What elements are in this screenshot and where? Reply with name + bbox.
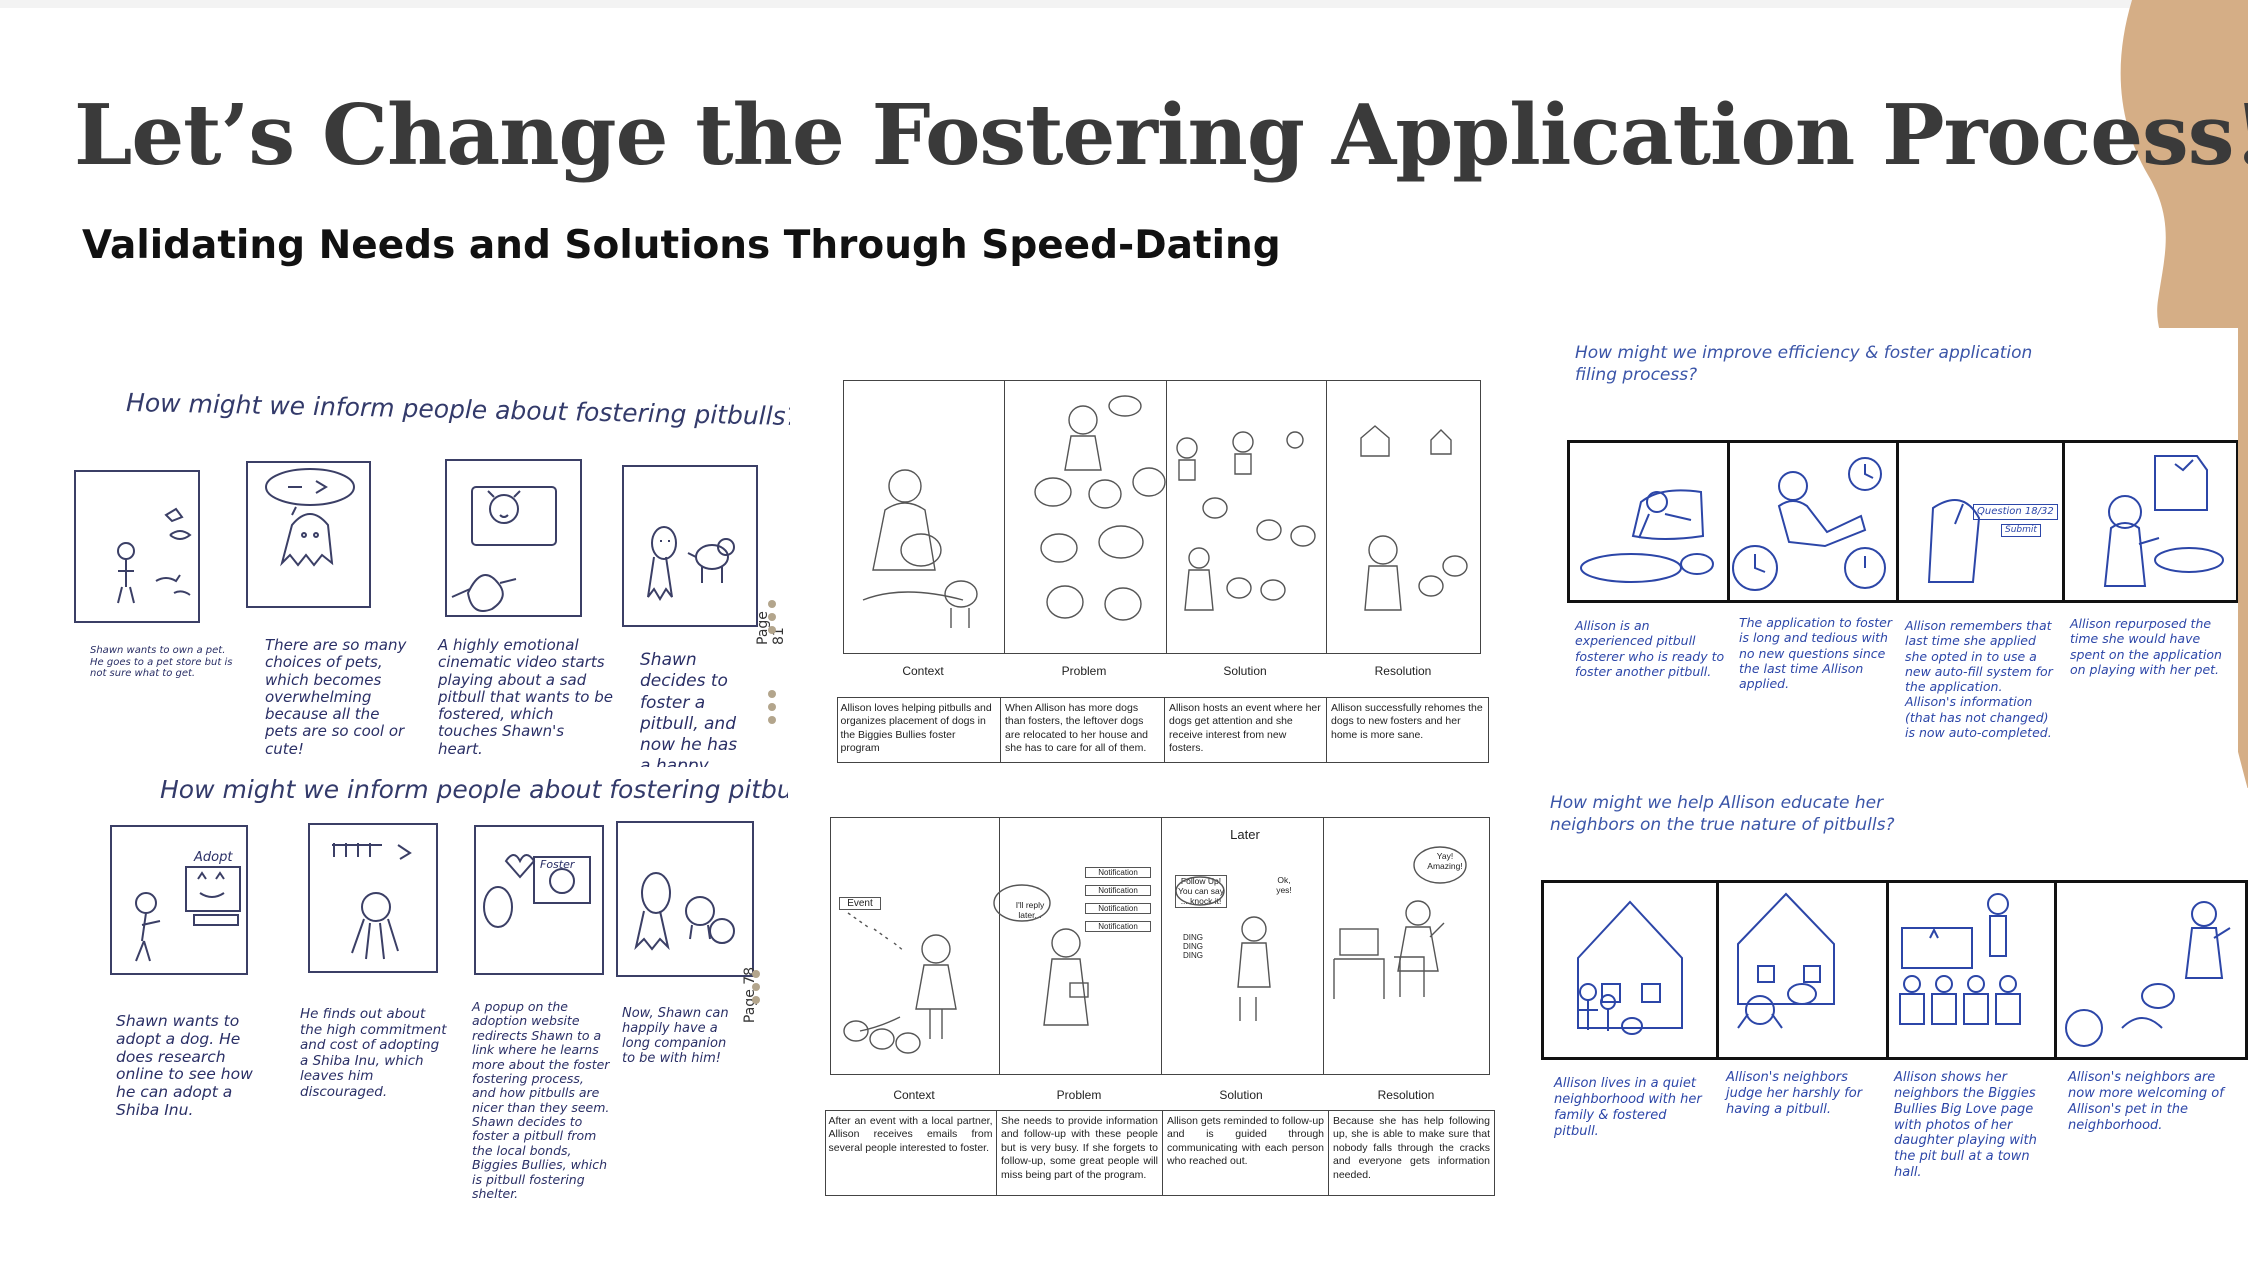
sketch4-caption-4: Allison's neighbors are now more welcomi… xyxy=(2068,1070,2224,1133)
sketch4-caption-3: Allison shows her neighbors the Biggies … xyxy=(1894,1070,2037,1181)
storyboard2-label-problem: Problem xyxy=(1056,1088,1102,1102)
sketch-storyboard-2: How might we inform people about fosteri… xyxy=(88,775,788,1245)
sketch-storyboard-3: How might we improve efficiency & foster… xyxy=(1565,328,2238,773)
storyboard1-text-row: Allison loves helping pitbulls and organ… xyxy=(837,697,1489,763)
sketch2-caption-2: He finds out about the high commitment a… xyxy=(300,1006,447,1100)
sketch3-drawings xyxy=(1580,455,2224,591)
sketch1-caption-4: Shawn decides to foster a pitbull, and n… xyxy=(640,650,738,767)
storyboard2-drawings xyxy=(843,846,1467,1054)
sketch3-caption-1: Allison is an experienced pitbull foster… xyxy=(1575,618,1725,679)
storyboard1-cell-resolution: Allison successfully rehomes the dogs to… xyxy=(1326,698,1488,762)
storyboard1-label-resolution: Resolution xyxy=(1374,664,1432,678)
storyboard1-cell-problem: When Allison has more dogs than fosters,… xyxy=(1000,698,1164,762)
storyboard1-drawings xyxy=(862,395,1468,628)
sketch4-caption-1: Allison lives in a quiet neighborhood wi… xyxy=(1554,1076,1702,1139)
storyboard1-cell-context: Allison loves helping pitbulls and organ… xyxy=(840,702,992,755)
top-strip xyxy=(0,0,2248,8)
sketch1-hole-dots xyxy=(768,600,776,639)
storyboard2-cell-problem: She needs to provide information and fol… xyxy=(996,1111,1162,1195)
storyboard2-label-resolution: Resolution xyxy=(1377,1088,1435,1102)
sketch1-caption-3: A highly emotional cinematic video start… xyxy=(438,636,613,758)
storyboard2-cell-context: After an event with a local partner, All… xyxy=(828,1115,993,1154)
sketch2-caption-4: Now, Shawn can happily have a long compa… xyxy=(622,1006,729,1066)
sketch2-hole-dots xyxy=(752,970,760,1009)
sketch4-drawings xyxy=(1577,892,2231,1047)
printed-storyboard-1: Context Problem Solution Resolution Alli… xyxy=(795,372,1510,767)
sketch2-caption-1: Shawn wants to adopt a dog. He does rese… xyxy=(116,1012,253,1120)
page-subtitle: Validating Needs and Solutions Through S… xyxy=(82,223,1281,268)
storyboard1-cell-solution: Allison hosts an event where her dogs ge… xyxy=(1164,698,1326,762)
storyboard2-label-solution: Solution xyxy=(1219,1088,1263,1102)
storyboard1-label-solution: Solution xyxy=(1223,664,1267,678)
page-title: Let’s Change the Fostering Application P… xyxy=(74,86,2248,184)
storyboard2-cell-solution: Allison gets reminded to follow-up and i… xyxy=(1162,1111,1328,1195)
sketch2-caption-3: A popup on the adoption website redirect… xyxy=(472,999,610,1201)
storyboard2-text-row: After an event with a local partner, All… xyxy=(825,1110,1495,1196)
printed-storyboard-2: Later Event I'll reply later... Notifica… xyxy=(795,775,1510,1245)
storyboard1-label-problem: Problem xyxy=(1061,664,1107,678)
storyboard1-label-context: Context xyxy=(902,664,944,678)
sketch3-caption-2: The application to foster is long and te… xyxy=(1739,615,1892,691)
sketch3-caption-3: Allison remembers that last time she app… xyxy=(1905,618,2053,740)
sketch-storyboard-1: How might we inform people about fosteri… xyxy=(70,375,790,767)
storyboard2-label-context: Context xyxy=(893,1088,935,1102)
sketch-storyboard-4: How might we help Allison educate her ne… xyxy=(1538,788,2248,1245)
sketch4-caption-2: Allison's neighbors judge her harshly fo… xyxy=(1726,1070,1863,1117)
sketch1-hole-dots-2 xyxy=(768,690,776,729)
storyboard2-cell-resolution: Because she has help following up, she i… xyxy=(1328,1111,1494,1195)
sketch1-caption-2: There are so many choices of pets, which… xyxy=(265,636,407,758)
sketch3-caption-4: Allison repurposed the time she would ha… xyxy=(2070,616,2222,677)
sketch1-caption-1: Shawn wants to own a pet. He goes to a p… xyxy=(90,645,233,679)
